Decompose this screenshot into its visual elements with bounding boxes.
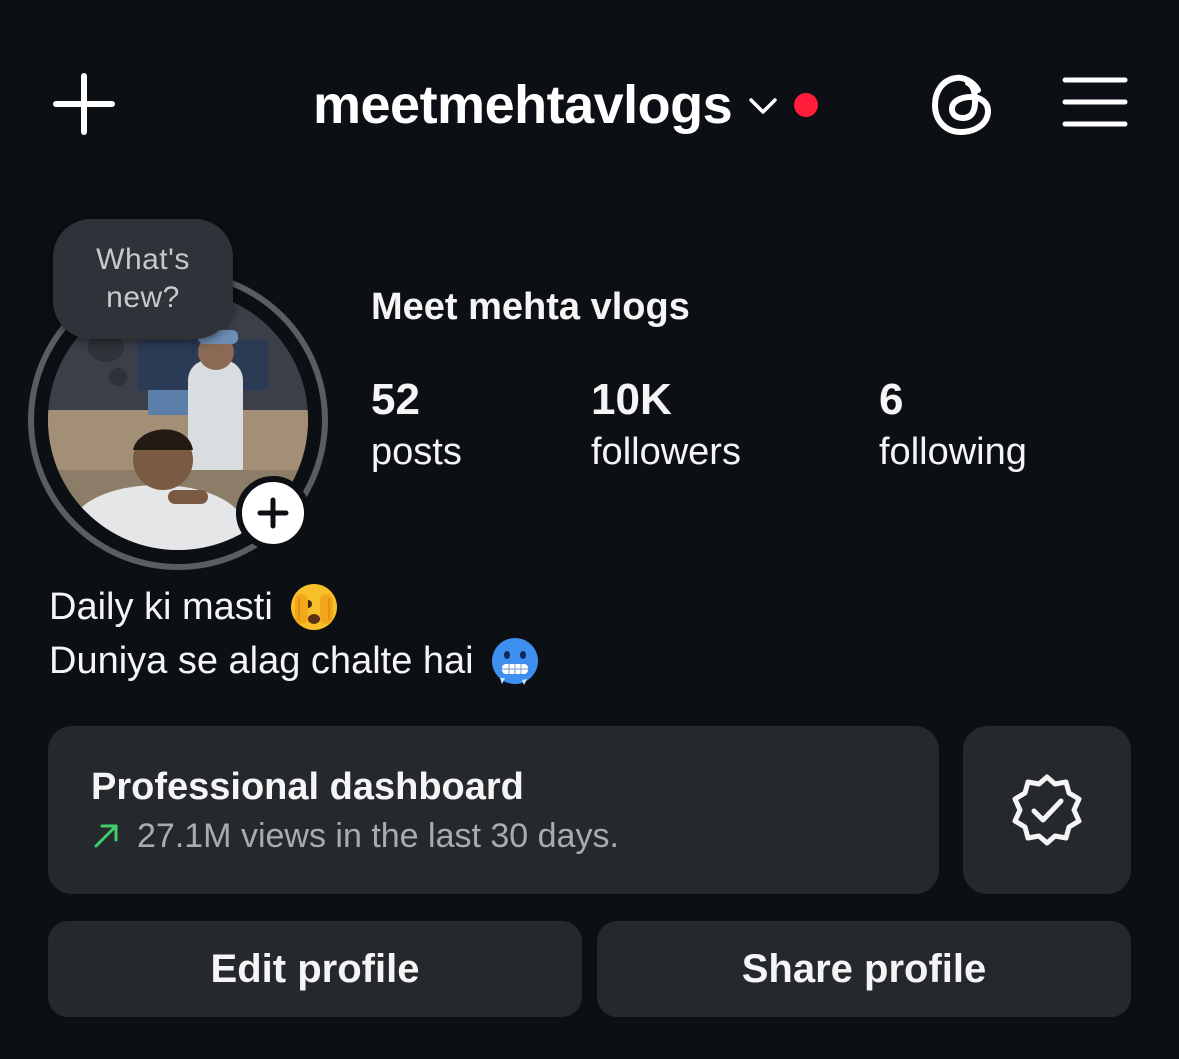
display-name: Meet mehta vlogs <box>371 286 690 328</box>
share-profile-button[interactable]: Share profile <box>597 921 1131 1017</box>
bio-line: Duniya se alag chalte hai <box>49 634 540 688</box>
dashboard-title: Professional dashboard <box>91 766 524 808</box>
professional-dashboard-card[interactable]: Professional dashboard 27.1M views in th… <box>48 726 939 894</box>
top-bar: meetmehtavlogs <box>0 0 1179 200</box>
stat-followers-label: followers <box>591 431 741 473</box>
hamburger-menu-icon[interactable] <box>1062 74 1128 130</box>
note-bubble[interactable]: What's new? <box>53 219 233 339</box>
stat-following[interactable]: 6 following <box>879 374 1027 478</box>
meta-verified-button[interactable] <box>963 726 1131 894</box>
create-plus-icon[interactable] <box>50 70 118 138</box>
profile-screen: meetmehtavlogs What's new? Meet mehta vl… <box>0 0 1179 1059</box>
verified-badge-icon <box>1012 774 1082 846</box>
username: meetmehtavlogs <box>313 75 733 135</box>
bio-line-text: Duniya se alag chalte hai <box>49 640 474 682</box>
notification-dot <box>794 93 819 117</box>
stat-posts[interactable]: 52 posts <box>371 374 462 478</box>
dashboard-stats: 27.1M views in the last 30 days. <box>91 814 939 858</box>
face-with-peeking-eye-icon <box>290 584 337 630</box>
account-switcher[interactable]: meetmehtavlogs <box>313 70 819 140</box>
threads-icon[interactable] <box>928 68 998 140</box>
chevron-down-icon <box>749 98 777 114</box>
bio-line: Daily ki masti <box>49 580 540 634</box>
stat-followers[interactable]: 10K followers <box>591 374 741 478</box>
plus-icon <box>257 497 289 529</box>
bio-line-text: Daily ki masti <box>49 586 273 628</box>
stat-following-count: 6 <box>879 375 904 424</box>
trend-up-arrow-icon <box>94 824 118 848</box>
note-bubble-tail-dot <box>109 368 127 386</box>
bio: Daily ki masti Duniya se alag chalte hai <box>49 580 540 688</box>
dashboard-views-text: 27.1M views in the last 30 days. <box>137 817 619 855</box>
stat-followers-count: 10K <box>591 375 672 424</box>
stat-posts-label: posts <box>371 431 462 473</box>
stat-posts-count: 52 <box>371 375 420 424</box>
cold-face-icon <box>491 638 538 685</box>
note-text: What's new? <box>96 243 190 314</box>
add-story-button[interactable] <box>236 476 310 550</box>
stat-following-label: following <box>879 431 1027 473</box>
edit-profile-button[interactable]: Edit profile <box>48 921 582 1017</box>
